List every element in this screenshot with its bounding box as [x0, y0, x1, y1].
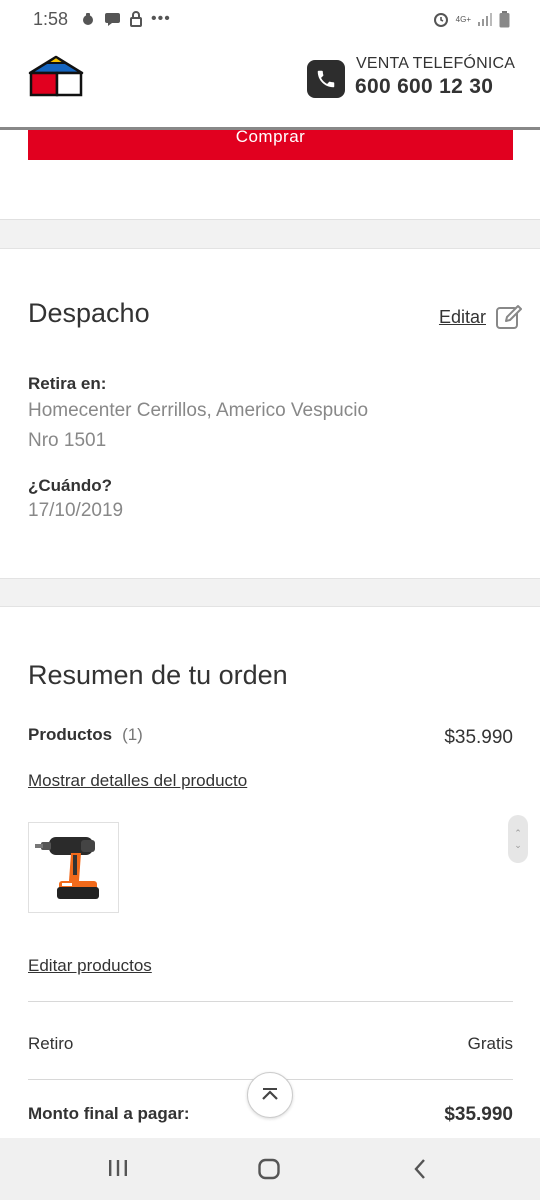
buy-button[interactable]: Comprar — [28, 127, 513, 160]
show-product-details-link[interactable]: Mostrar detalles del producto — [28, 771, 247, 791]
buy-button-label: Comprar — [235, 127, 306, 146]
signal-icon — [478, 13, 492, 26]
final-amount-label: Monto final a pagar: — [28, 1104, 190, 1123]
drill-icon — [35, 837, 99, 899]
phone-sales-number[interactable]: 600 600 12 30 — [355, 75, 493, 99]
pickup-store-line2: Nro 1501 — [28, 430, 107, 451]
pickup-label: Retira en: — [28, 374, 107, 393]
double-chevron-up-icon — [262, 1088, 278, 1100]
phone-icon[interactable] — [307, 60, 345, 98]
products-count: (1) — [122, 725, 143, 744]
buy-section: Comprar — [0, 127, 540, 220]
alarm-icon — [433, 13, 448, 27]
pickup-store-line1: Homecenter Cerrillos, Americo Vespucio — [28, 400, 369, 421]
lock-icon — [130, 11, 142, 27]
home-icon[interactable] — [257, 1157, 281, 1181]
scroll-to-top-button[interactable] — [247, 1072, 293, 1118]
notification-icons: ••• — [80, 10, 171, 28]
pickup-cost-value: Gratis — [467, 1034, 513, 1053]
system-icons: 4G+ — [432, 10, 510, 28]
products-label-text: Productos — [28, 725, 113, 744]
products-label: Productos (1) — [28, 725, 143, 745]
pickup-date: 17/10/2019 — [28, 500, 124, 521]
edit-products-link[interactable]: Editar productos — [28, 956, 152, 976]
more-notifications-icon: ••• — [151, 10, 171, 27]
product-thumbnail[interactable] — [28, 822, 119, 913]
recent-apps-icon[interactable] — [107, 1157, 129, 1179]
site-header: VENTA TELEFÓNICA 600 600 12 30 — [0, 40, 540, 128]
system-navigation-bar — [0, 1138, 540, 1200]
final-amount-value: $35.990 — [444, 1104, 513, 1125]
summary-divider — [28, 1001, 513, 1002]
edit-icon[interactable] — [495, 304, 523, 330]
shipping-title: Despacho — [28, 298, 150, 328]
message-icon — [105, 13, 120, 26]
back-icon[interactable] — [410, 1157, 430, 1181]
edit-shipping-link[interactable]: Editar — [439, 307, 486, 328]
order-summary-card: Resumen de tu orden Productos (1) $35.990… — [0, 606, 540, 1140]
battery-icon — [499, 10, 510, 27]
scroll-up-arrow-icon: ⌃ — [514, 828, 522, 838]
when-label: ¿Cuándo? — [28, 476, 113, 495]
scrollbar-handle[interactable]: ⌃ ⌄ — [508, 815, 528, 863]
pickup-cost-label: Retiro — [28, 1034, 74, 1053]
products-total: $35.990 — [444, 727, 513, 748]
status-bar: 1:58 ••• 4G+ — [0, 0, 540, 40]
house-logo-icon[interactable] — [28, 55, 84, 97]
shipping-card: Despacho Editar Retira en: Homecenter Ce… — [0, 248, 540, 579]
order-summary-title: Resumen de tu orden — [28, 660, 288, 690]
phone-sales-label: VENTA TELEFÓNICA — [356, 55, 516, 72]
status-time: 1:58 — [33, 9, 69, 29]
scroll-down-arrow-icon: ⌄ — [514, 840, 522, 850]
bug-icon — [83, 13, 93, 25]
network-type: 4G+ — [455, 14, 471, 24]
